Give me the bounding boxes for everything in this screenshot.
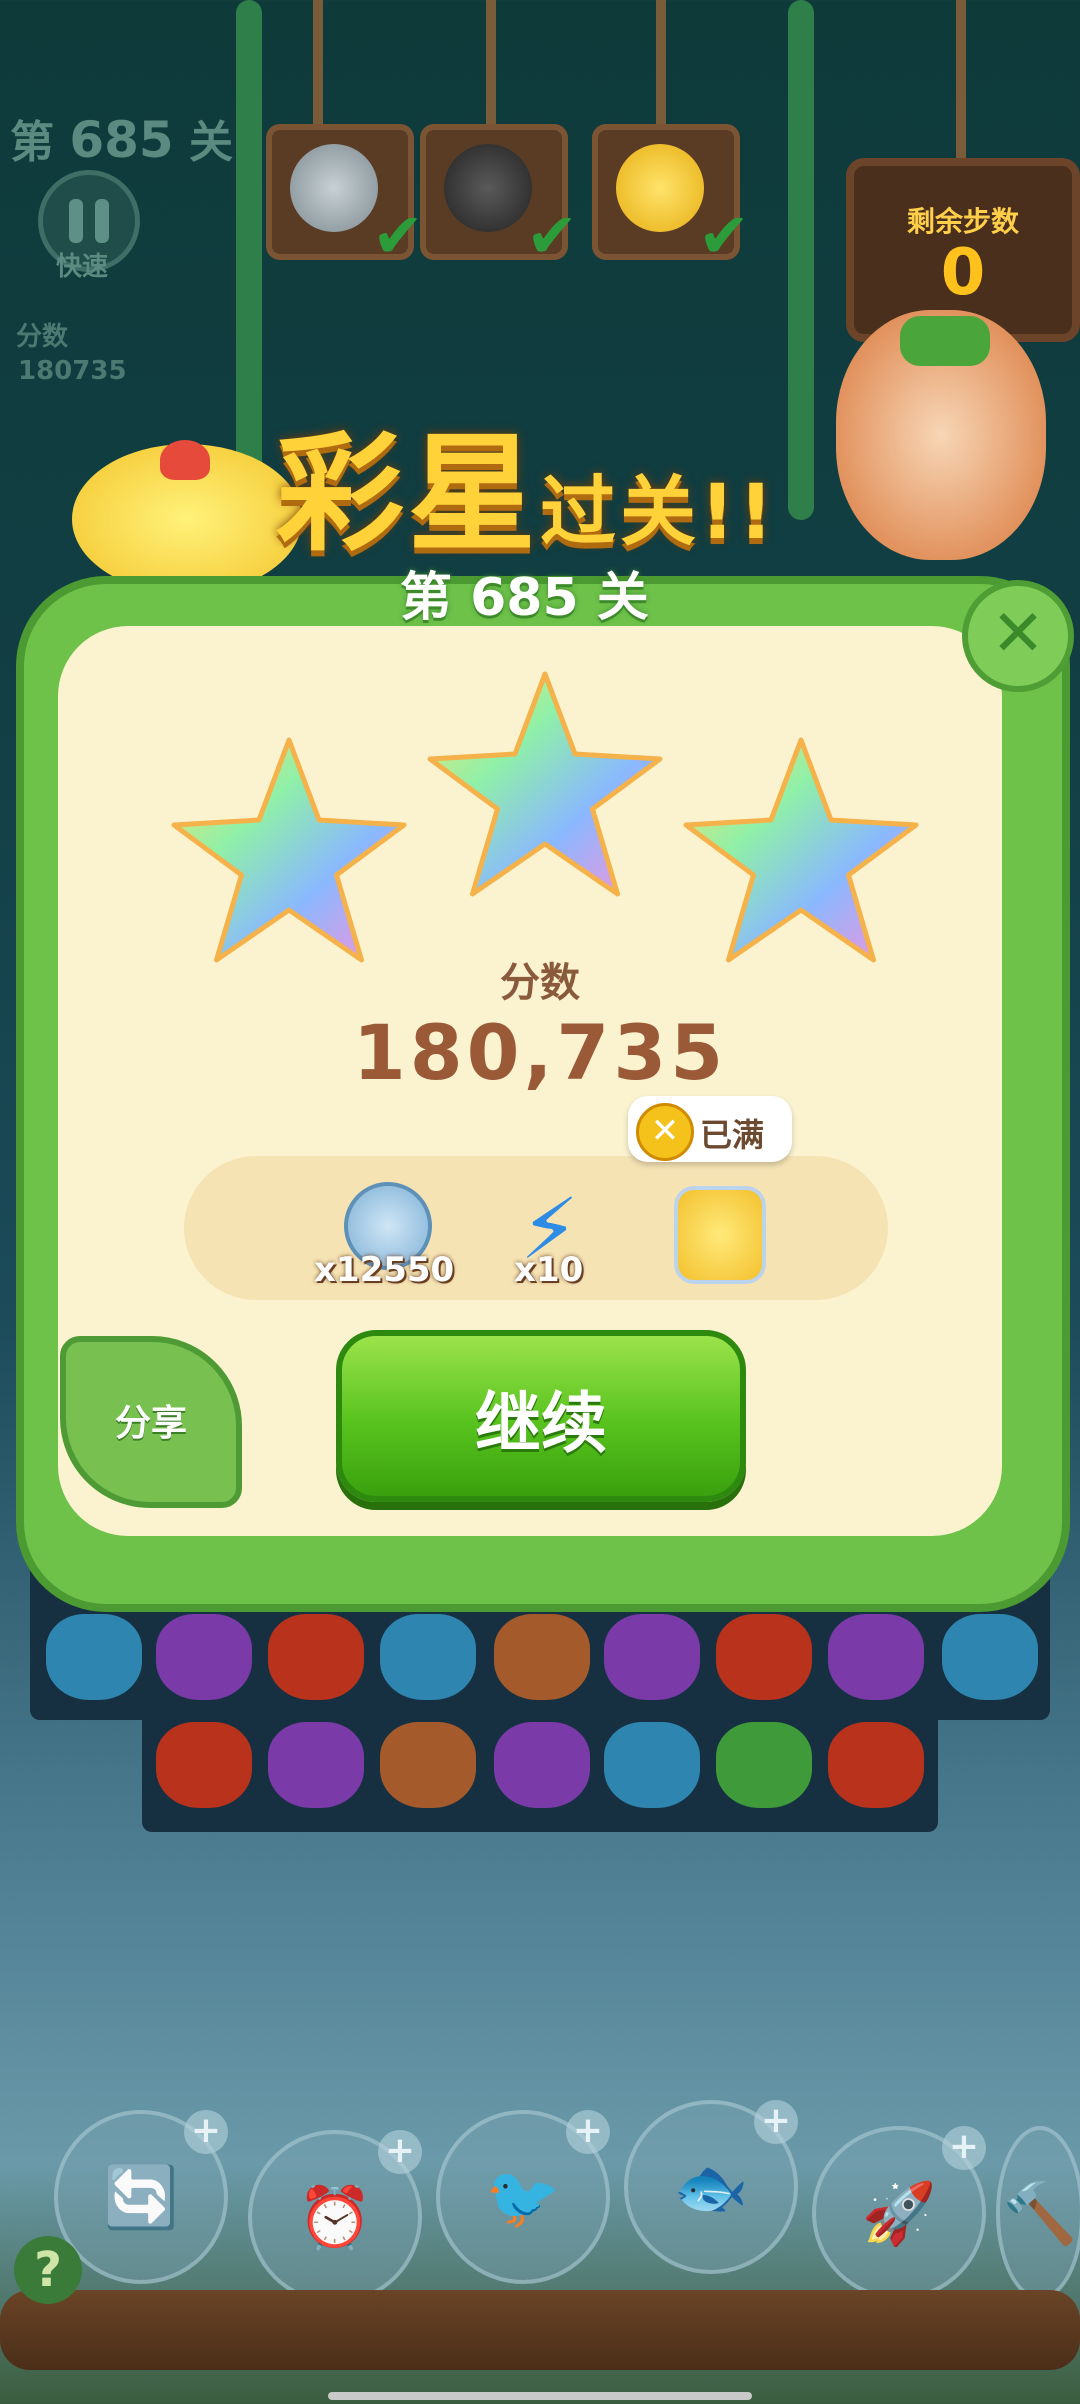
check-icon: ✔ xyxy=(698,199,750,272)
moves-title: 剩余步数 xyxy=(906,205,1019,238)
jar-full-text: 已满 xyxy=(700,1116,765,1154)
gold-goal-icon xyxy=(616,144,704,232)
blue-tile[interactable] xyxy=(604,1722,700,1808)
dark-bird-goal-icon xyxy=(444,144,532,232)
rocket-booster-icon: 🚀 xyxy=(861,2179,937,2249)
branch-decoration xyxy=(0,2290,1080,2370)
blue-tile[interactable] xyxy=(46,1614,142,1700)
close-circle-icon: ✕ xyxy=(636,1103,694,1161)
hammer-booster-button[interactable]: 🔨 xyxy=(996,2126,1080,2300)
owl-tile[interactable] xyxy=(604,1614,700,1700)
speed-label[interactable]: 快速 xyxy=(56,246,108,283)
moves-value: 0 xyxy=(940,236,986,310)
level-indicator: 第 685 关 xyxy=(10,106,233,170)
chick-comb xyxy=(160,440,210,480)
home-indicator[interactable] xyxy=(328,2392,752,2400)
star-icon xyxy=(427,671,663,897)
plus-icon[interactable]: + xyxy=(378,2130,422,2174)
check-icon: ✔ xyxy=(372,199,424,272)
continue-button[interactable]: 继续 xyxy=(336,1330,746,1502)
result-title: 彩星过关!! xyxy=(276,390,777,575)
fox-tile[interactable] xyxy=(828,1722,924,1808)
plus-icon[interactable]: + xyxy=(942,2126,986,2170)
fox-tile[interactable] xyxy=(716,1614,812,1700)
coin-goal-icon xyxy=(290,144,378,232)
help-button[interactable]: ? xyxy=(14,2236,82,2304)
star-icon xyxy=(683,737,919,963)
hud-score-value: 180735 xyxy=(18,356,127,386)
level-prefix: 第 xyxy=(10,117,54,168)
blue-tile[interactable] xyxy=(942,1614,1038,1700)
plus-icon[interactable]: + xyxy=(566,2110,610,2154)
fox-tile[interactable] xyxy=(156,1722,252,1808)
swap-booster-icon: 🐦 xyxy=(485,2163,561,2233)
shuffle-booster-icon: 🔄 xyxy=(103,2163,179,2233)
owl-tile[interactable] xyxy=(828,1614,924,1700)
level-suffix: 关 xyxy=(189,117,234,168)
blue-tile[interactable] xyxy=(380,1614,476,1700)
vine-right xyxy=(788,0,814,520)
frog-tile[interactable] xyxy=(716,1722,812,1808)
plus-icon[interactable]: + xyxy=(754,2100,798,2144)
rope xyxy=(656,0,666,130)
level-number: 685 xyxy=(69,111,174,169)
hammer-booster-icon: 🔨 xyxy=(1002,2179,1078,2249)
close-icon[interactable]: ✕ xyxy=(962,580,1074,692)
fox-tile[interactable] xyxy=(268,1614,364,1700)
rope xyxy=(956,0,966,166)
coin-count: x12550 xyxy=(314,1250,455,1290)
rocket-booster-button[interactable]: 🚀 + xyxy=(812,2126,986,2300)
row-blast-booster-button[interactable]: 🐟 + xyxy=(624,2100,798,2274)
result-title-main: 彩星 xyxy=(276,420,541,569)
continue-label: 继续 xyxy=(475,1385,607,1462)
hud-score-label: 分数 xyxy=(16,322,69,352)
rope xyxy=(313,0,323,130)
score-title: 分数 xyxy=(500,960,580,1006)
row-blast-booster-icon: 🐟 xyxy=(673,2153,749,2223)
owl-tile[interactable] xyxy=(494,1722,590,1808)
level-banner: 第 685 关 xyxy=(400,568,649,628)
plus-icon[interactable]: + xyxy=(184,2110,228,2154)
bear-tile[interactable] xyxy=(380,1722,476,1808)
star-icon xyxy=(171,737,407,963)
owl-tile[interactable] xyxy=(156,1614,252,1700)
clock-booster-button[interactable]: ⏰ + xyxy=(248,2130,422,2304)
raccoon-hat xyxy=(900,316,990,366)
star-jar-icon[interactable] xyxy=(674,1186,766,1284)
goal-box: ✔ xyxy=(266,124,424,272)
score-value: 180,735 xyxy=(352,1008,728,1097)
owl-tile[interactable] xyxy=(268,1722,364,1808)
share-label: 分享 xyxy=(114,1403,187,1444)
goal-box: ✔ xyxy=(592,124,750,272)
result-title-tail: 过关!! xyxy=(540,467,778,556)
clock-booster-icon: ⏰ xyxy=(297,2183,373,2253)
goal-box: ✔ xyxy=(420,124,578,272)
share-button[interactable]: 分享 xyxy=(60,1336,242,1508)
rope xyxy=(486,0,496,130)
swap-booster-button[interactable]: 🐦 + xyxy=(436,2110,610,2284)
lightning-count: x10 xyxy=(514,1250,584,1290)
check-icon: ✔ xyxy=(526,199,578,272)
jar-full-tooltip: ✕ 已满 xyxy=(628,1096,792,1162)
bear-tile[interactable] xyxy=(494,1614,590,1700)
